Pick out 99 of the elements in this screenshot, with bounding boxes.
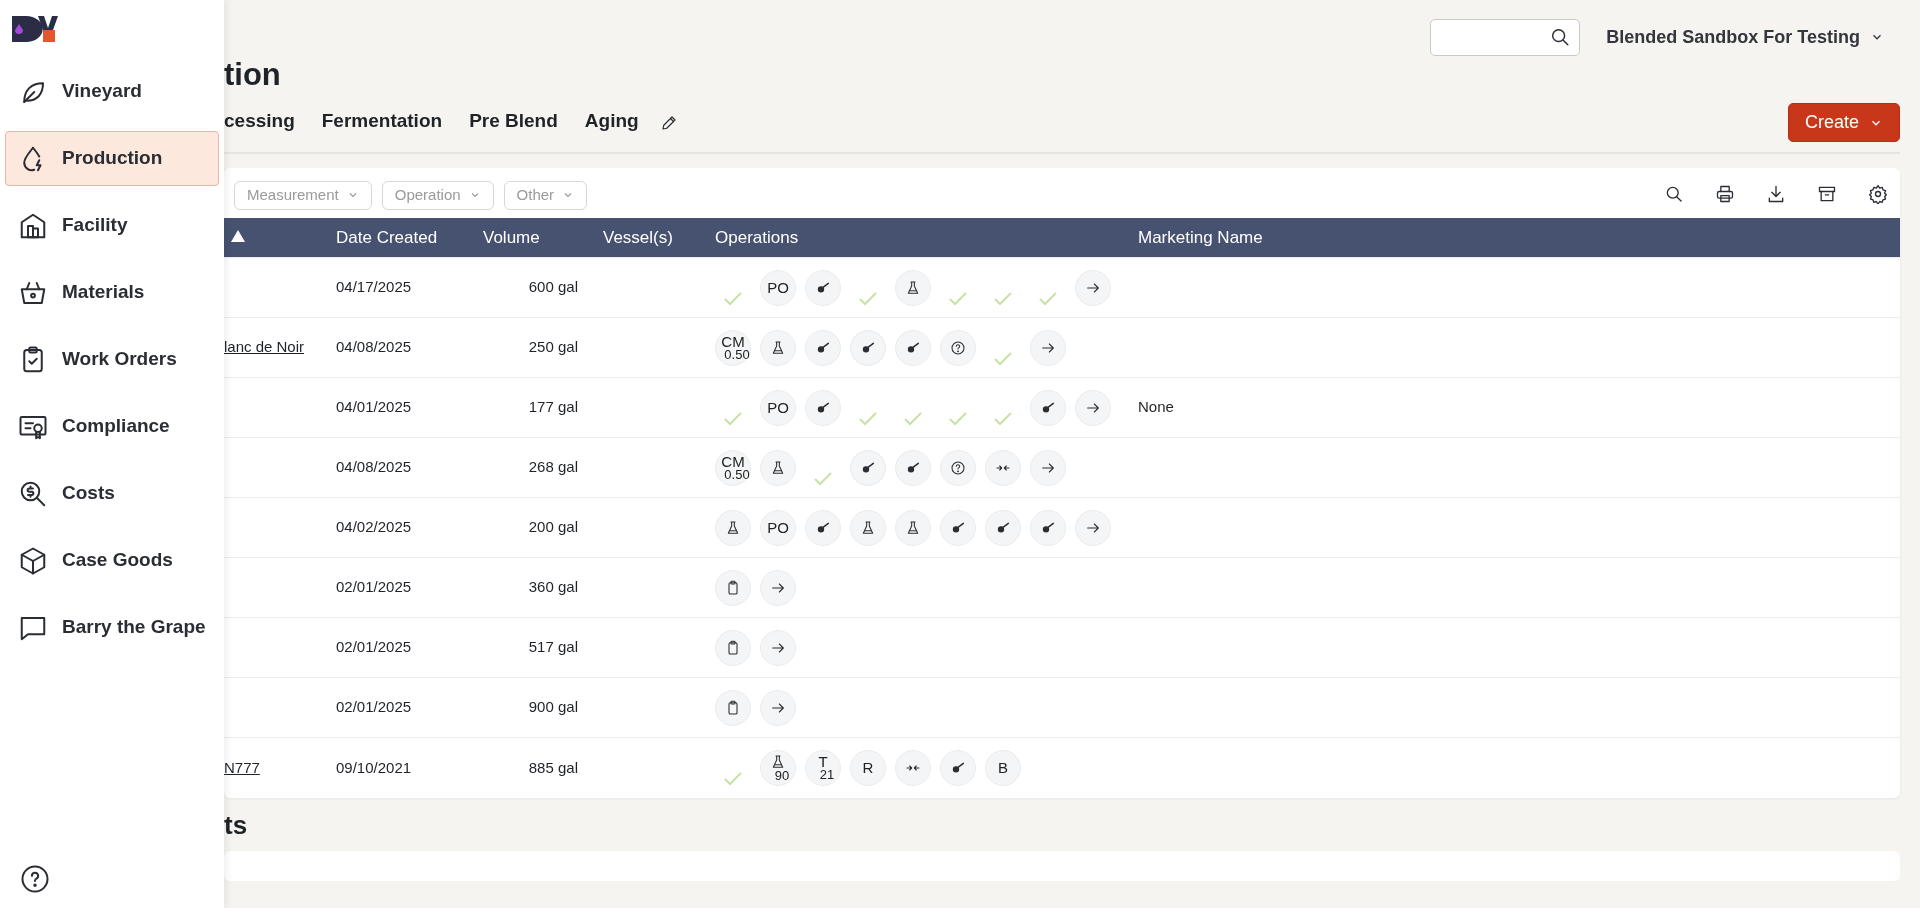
- check-icon: [993, 289, 1013, 306]
- question-circle-icon: [950, 459, 966, 476]
- check-icon: [858, 289, 878, 306]
- operation-chip[interactable]: B: [985, 749, 1021, 786]
- check-icon: [948, 289, 968, 306]
- section-title: ts: [224, 809, 249, 841]
- check-icon: [723, 289, 743, 306]
- operation-chip[interactable]: [940, 509, 976, 546]
- operation-chip[interactable]: [760, 449, 796, 486]
- sidebar-item[interactable]: Case Goods: [5, 533, 219, 588]
- operation-chip[interactable]: PO: [760, 509, 796, 546]
- check-icon: [993, 349, 1013, 366]
- clipboard-icon: [725, 579, 741, 596]
- check-icon: [903, 409, 923, 426]
- operation-chip[interactable]: [1030, 509, 1066, 546]
- operation-chip[interactable]: [850, 449, 886, 486]
- operation-chip[interactable]: [850, 509, 886, 546]
- operation-chip[interactable]: PO: [760, 269, 796, 306]
- operation-chip[interactable]: [805, 269, 841, 306]
- operation-chip[interactable]: [805, 509, 841, 546]
- clipboard-icon: [725, 639, 741, 656]
- flask-icon: [770, 339, 786, 356]
- operation-chip[interactable]: [895, 329, 931, 366]
- check-icon: [723, 409, 743, 426]
- lot-name-link[interactable]: lanc de Noir: [224, 338, 305, 356]
- column-header[interactable]: Marketing Name: [1138, 227, 1263, 247]
- operation-chip[interactable]: 90: [760, 749, 796, 786]
- table-cell: 900 gal: [528, 698, 578, 716]
- flask-icon: [860, 519, 876, 536]
- table-cell: 360 gal: [528, 578, 578, 596]
- flask-icon: [770, 459, 786, 476]
- sidebar-item[interactable]: Facility: [5, 198, 219, 253]
- search-field[interactable]: [1430, 18, 1581, 56]
- table-cell: 04/02/2025: [336, 518, 412, 536]
- table-cell: 517 gal: [528, 638, 578, 656]
- table-cell: 250 gal: [528, 338, 578, 356]
- flask-icon: [770, 753, 786, 770]
- operation-chip[interactable]: CM 0.50: [715, 449, 751, 486]
- check-icon: [813, 469, 833, 486]
- table-cell: 04/17/2025: [336, 278, 412, 296]
- flask-icon: [905, 279, 921, 296]
- table-cell: 04/01/2025: [336, 398, 412, 416]
- operation-chip[interactable]: [940, 449, 976, 486]
- operation-chip[interactable]: [895, 509, 931, 546]
- tab[interactable]: cessing: [224, 106, 295, 139]
- table-cell: None: [1138, 398, 1174, 416]
- operation-chip[interactable]: T 21: [805, 749, 841, 786]
- check-icon: [1038, 289, 1058, 306]
- operation-chip[interactable]: [940, 749, 976, 786]
- check-icon: [723, 769, 743, 786]
- tab[interactable]: Pre Blend: [469, 106, 558, 139]
- tab[interactable]: Fermentation: [321, 106, 443, 139]
- sidebar-item[interactable]: Compliance: [5, 399, 219, 454]
- create-button[interactable]: Create: [1787, 103, 1900, 143]
- tab[interactable]: Aging: [584, 106, 639, 139]
- question-circle-icon: [950, 339, 966, 356]
- table-cell: 09/10/2021: [336, 758, 412, 776]
- workspace-selector[interactable]: Blended Sandbox For Testing: [1600, 22, 1890, 52]
- operation-chip[interactable]: [760, 329, 796, 366]
- table-cell: 02/01/2025: [336, 578, 412, 596]
- table-cell: 885 gal: [528, 758, 578, 776]
- operation-chip[interactable]: [895, 269, 931, 306]
- clipboard-icon: [725, 699, 741, 716]
- sidebar-item[interactable]: Materials: [5, 265, 219, 320]
- operation-chip[interactable]: [940, 329, 976, 366]
- table-cell: 177 gal: [528, 398, 578, 416]
- table-cell: 02/01/2025: [336, 638, 412, 656]
- table-cell: 268 gal: [528, 458, 578, 476]
- column-header[interactable]: Operations: [715, 227, 799, 247]
- cube-icon: [18, 545, 48, 576]
- table-cell: 04/08/2025: [336, 458, 412, 476]
- lot-name-link[interactable]: N777: [224, 758, 260, 776]
- flask-icon: [905, 519, 921, 536]
- operation-chip[interactable]: [850, 329, 886, 366]
- operation-chip[interactable]: CM 0.50: [715, 329, 751, 366]
- operation-chip[interactable]: R: [850, 749, 886, 786]
- table-cell: 200 gal: [528, 518, 578, 536]
- page-title: tion: [224, 56, 282, 94]
- check-icon: [858, 409, 878, 426]
- table-cell: 04/08/2025: [336, 338, 412, 356]
- operation-chip[interactable]: PO: [760, 389, 796, 426]
- settings-icon[interactable]: [1868, 184, 1890, 207]
- check-icon: [993, 409, 1013, 426]
- sidebar-item[interactable]: Work Orders: [5, 332, 219, 387]
- operation-chip[interactable]: [985, 509, 1021, 546]
- check-icon: [948, 409, 968, 426]
- operation-chip[interactable]: [805, 389, 841, 426]
- sort-ascending-icon[interactable]: [230, 228, 246, 243]
- flask-icon: [725, 519, 741, 536]
- operation-chip[interactable]: [895, 449, 931, 486]
- table-cell: 600 gal: [528, 278, 578, 296]
- table-cell: 02/01/2025: [336, 698, 412, 716]
- sidebar-item[interactable]: Barry the Grape: [5, 600, 219, 655]
- operation-chip[interactable]: [1030, 389, 1066, 426]
- sidebar-item[interactable]: Vineyard: [5, 64, 219, 119]
- sidebar-item[interactable]: Production: [5, 131, 219, 186]
- operation-chip[interactable]: [715, 509, 751, 546]
- sidebar-item[interactable]: Costs: [5, 466, 219, 521]
- operation-chip[interactable]: [805, 329, 841, 366]
